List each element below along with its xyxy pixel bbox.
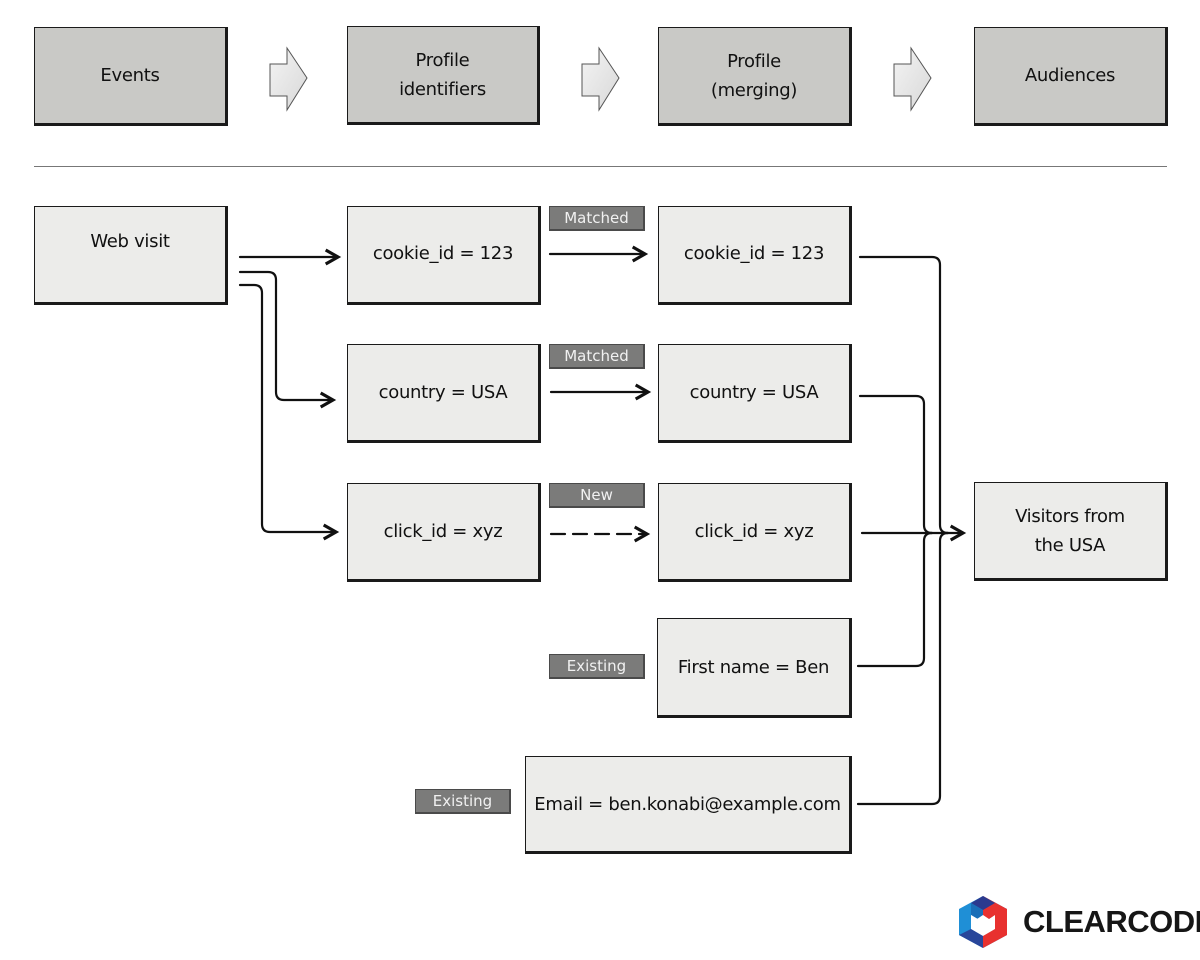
link-web-to-country	[238, 270, 337, 409]
link-firstname-merge	[856, 531, 934, 668]
pipeline-arrow-icon	[893, 46, 932, 112]
link-email-merge	[856, 531, 950, 806]
pipeline-arrow-icon	[581, 46, 620, 112]
pipeline-arrow-icon	[269, 46, 308, 112]
connectors	[238, 46, 967, 806]
brand-name: CLEARCODE	[1023, 904, 1200, 939]
clearcode-hexagon-icon	[959, 896, 1007, 948]
link-web-to-click	[238, 283, 340, 541]
clearcode-logo: CLEARCODE	[955, 895, 1200, 949]
link-country-merge	[858, 394, 934, 535]
